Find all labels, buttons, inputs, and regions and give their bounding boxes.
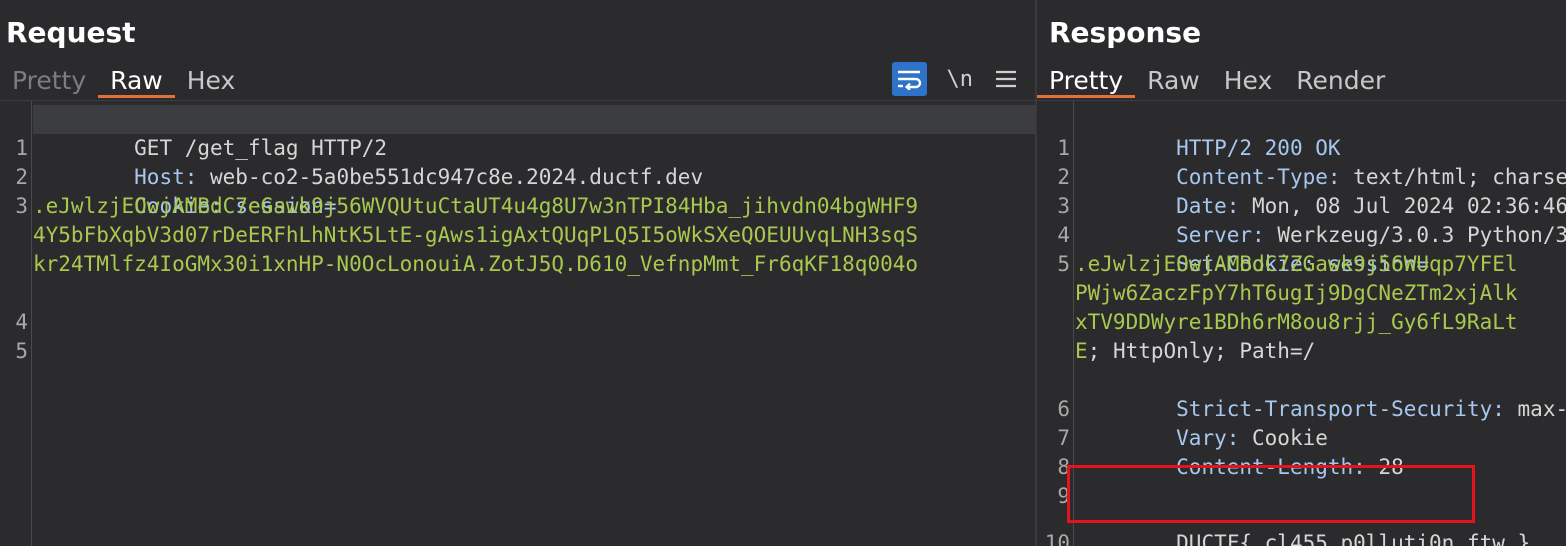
cookie-value: .eJwlzjEOwjAMBdC7ZGawk9j56WUqp7YFEl [1075, 252, 1518, 276]
code-line: 8 Content-Length: 28 [1057, 424, 1566, 479]
request-code[interactable]: 1 GET /get_flag HTTP/2 2 Host: web-co2-5a0… [15, 105, 1035, 363]
code-line: 1 HTTP/2 200 OK [1057, 105, 1566, 160]
response-body-flag: DUCTF{_cl455_p0lluti0n_ftw_} [1176, 531, 1531, 546]
tab-response-hex[interactable]: Hex [1212, 62, 1285, 98]
show-newlines-button[interactable]: \n [941, 63, 980, 95]
code-line: 2Content-Type: text/html; charset=ut [1057, 134, 1566, 189]
response-editor[interactable]: 1 HTTP/2 200 OK 2 Content-Type: text/html;… [1037, 101, 1566, 546]
response-title: Response [1049, 16, 1202, 49]
code-line-wrap: kr24TMlfz4IoGMx30i1xnHP-N0OcLonouiA.ZotJ… [33, 250, 1035, 279]
code-line: 10 DUCTF{_cl455_p0lluti0n_ftw_} [1045, 482, 1566, 546]
cookie-value: E [1075, 339, 1088, 363]
code-line: 4 [15, 279, 1035, 334]
line-number: 1 [1057, 136, 1070, 160]
code-line: 5 [15, 308, 1035, 363]
code-line-wrap: .eJwlzjEOwjAMBdC7ZGawk9j56WUqp7YFEl [1075, 250, 1566, 279]
request-tabs: Pretty Raw Hex [0, 62, 247, 100]
code-line-wrap: PWjw6ZaczFpY7hT6ugIj9DgCNeZTm2xjAlk [1075, 279, 1566, 308]
request-pane: Request Pretty Raw Hex \n 1 GET /get_fla… [0, 0, 1035, 546]
line-number: 3 [1057, 194, 1070, 218]
line-number: 5 [1057, 252, 1070, 276]
code-line: 9 [1057, 453, 1566, 508]
tab-response-raw[interactable]: Raw [1135, 62, 1212, 98]
menu-icon [996, 70, 1016, 88]
code-line-wrap: .eJwlzjEOwjAMBdC7eGawk9j56WVQUtuCtaUT4u4… [33, 192, 1035, 221]
line-number: 5 [15, 339, 28, 363]
line-number: 10 [1044, 531, 1070, 546]
line-number: 6 [1057, 397, 1070, 421]
tab-response-render[interactable]: Render [1284, 62, 1397, 98]
line-number: 2 [15, 165, 28, 189]
code-line: 7 Vary: Cookie [1057, 395, 1566, 450]
line-number: 2 [1057, 165, 1070, 189]
code-line-wrap: E; HttpOnly; Path=/ [1075, 337, 1566, 366]
code-line: 3Date: Mon, 08 Jul 2024 02:36:46 GMT [1057, 163, 1566, 218]
cookie-value: xTV9DDWyre1BDh6rM8ou8rjj_Gy6fL9RaLt [1075, 310, 1518, 334]
response-tabs: Pretty Raw Hex Render [1037, 62, 1397, 100]
request-toolbar: \n [891, 62, 1020, 96]
request-editor[interactable]: 1 GET /get_flag HTTP/2 2 Host: web-co2-5a0… [0, 101, 1035, 546]
cookie-value: 4Y5bFbXqbV3d07rDeERFhLhNtK5LtE-gAws1igAx… [33, 223, 919, 247]
cookie-value: .eJwlzjEOwjAMBdC7eGawk9j56WVQUtuCtaUT4u4… [33, 194, 919, 218]
request-title: Request [6, 16, 136, 49]
cookie-attributes: ; HttpOnly; Path=/ [1087, 339, 1316, 363]
cookie-value: PWjw6ZaczFpY7hT6ugIj9DgCNeZTm2xjAlk [1075, 281, 1518, 305]
line-number: 8 [1057, 455, 1070, 479]
line-number: 9 [1057, 484, 1070, 508]
code-line: 2 Host: web-co2-5a0be551dc947c8e.2024.duc… [15, 134, 1035, 189]
code-line: 5 Set-Cookie: session= [1057, 221, 1566, 276]
line-number: 3 [15, 194, 28, 218]
code-line-wrap: xTV9DDWyre1BDh6rM8ou8rjj_Gy6fL9RaLt [1075, 308, 1566, 337]
menu-button[interactable] [993, 63, 1019, 95]
response-pane: Response Pretty Raw Hex Render 1 HTTP/2 2… [1037, 0, 1566, 546]
cookie-value: kr24TMlfz4IoGMx30i1xnHP-N0OcLonouiA.ZotJ… [33, 252, 919, 276]
code-line: 1 GET /get_flag HTTP/2 [15, 105, 1035, 160]
wrap-lines-icon [898, 70, 922, 90]
line-number: 1 [15, 136, 28, 160]
code-line: 3 Cookie: session= [15, 163, 1035, 218]
tab-response-pretty[interactable]: Pretty [1037, 62, 1136, 98]
response-code[interactable]: 1 HTTP/2 200 OK 2 Content-Type: text/html;… [1045, 105, 1566, 546]
tab-request-raw[interactable]: Raw [98, 62, 175, 98]
code-line: 4Server: Werkzeug/3.0.3 Python/3.8.1 [1057, 192, 1566, 247]
wrap-lines-button[interactable] [891, 62, 927, 96]
code-line: 6Strict-Transport-Security: max-age= [1057, 366, 1566, 421]
tab-request-hex[interactable]: Hex [175, 62, 248, 98]
line-number: 7 [1057, 426, 1070, 450]
tab-request-pretty[interactable]: Pretty [0, 62, 98, 98]
line-number: 4 [15, 310, 28, 334]
line-number: 4 [1057, 223, 1070, 247]
code-line-wrap: 4Y5bFbXqbV3d07rDeERFhLhNtK5LtE-gAws1igAx… [33, 221, 1035, 250]
